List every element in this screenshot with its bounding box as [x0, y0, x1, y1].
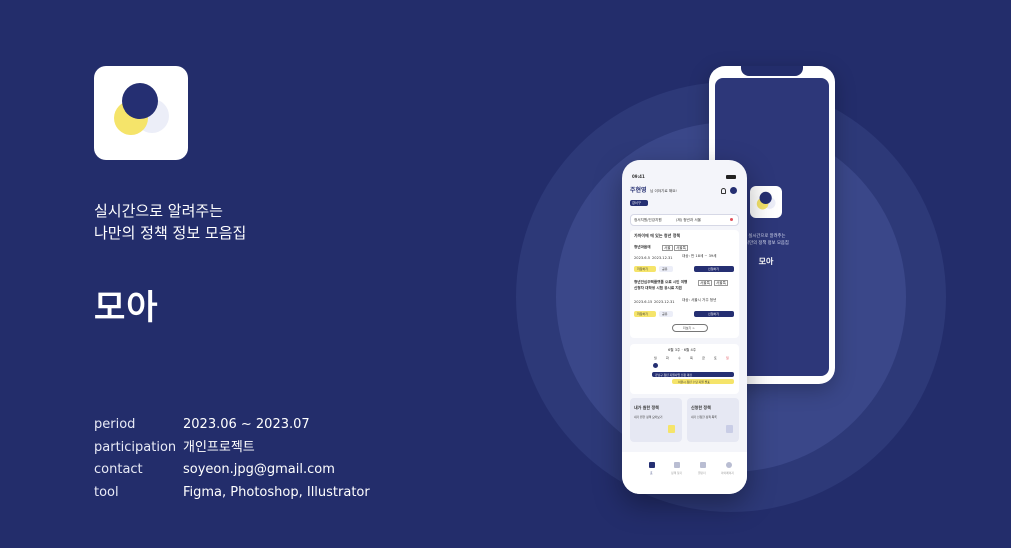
policy-2-title[interactable]: 청년안심주택플랫폼 으로 시민 여행	[634, 280, 687, 284]
location-chip-label: 강서구	[632, 201, 641, 205]
policy-1-save-label: 저장하기	[637, 267, 649, 271]
search-icon[interactable]	[674, 462, 680, 468]
policy-2-tag-2: 서울특	[714, 280, 728, 286]
policy-1-share-label: 공유	[662, 267, 668, 271]
moa-logo-icon	[114, 83, 169, 135]
info-value: 2023.06 ~ 2023.07	[183, 417, 310, 432]
applied-policy-subtitle: 내가 신청한 정책 목록	[691, 415, 717, 419]
filter-dot-icon	[730, 218, 733, 221]
policy-1-apply-label: 신청하기	[708, 267, 720, 271]
weekday-3: 수	[678, 356, 681, 360]
document-icon	[726, 425, 733, 433]
nav-label-home: 홈	[650, 471, 653, 475]
weekday-2: 화	[666, 356, 669, 360]
app-logo	[94, 66, 188, 160]
nav-label-calendar: 캘린더	[698, 471, 706, 475]
tagline: 실시간으로 알려주는 나만의 정책 정보 모음집	[94, 200, 246, 244]
policy-2-share-label: 공유	[662, 312, 668, 316]
tagline-line-2: 나만의 정책 정보 모음집	[94, 224, 247, 242]
project-info: period 2023.06 ~ 2023.07 participation 개…	[94, 414, 370, 504]
app-name: 모아	[94, 288, 159, 328]
calendar-icon[interactable]	[700, 462, 706, 468]
weekday-7: 일	[726, 356, 729, 360]
user-greeting: 님 이야기로 해요!	[650, 189, 677, 193]
filter-right: (제) 청년과 서울	[676, 218, 701, 222]
weekday-1: 월	[654, 356, 657, 360]
calendar-event-1-label: 강남구 청년 지원사업 신청 마감	[655, 372, 693, 377]
home-icon[interactable]	[649, 462, 655, 468]
user-name: 주현영	[630, 187, 647, 194]
bell-icon[interactable]	[721, 188, 726, 194]
splash-logo	[750, 186, 782, 218]
phone-mockup-home: 09:41 주현영 님 이야기로 해요! 강서구 정서지원/건강지원 (제) 청…	[622, 160, 747, 494]
tagline-line-1: 실시간으로 알려주는	[94, 202, 223, 220]
policy-2-date: 2023.6.15	[634, 300, 653, 304]
calendar-today-marker[interactable]	[653, 363, 658, 368]
info-row-period: period 2023.06 ~ 2023.07	[94, 414, 370, 437]
policy-2-tag-1: 서울특	[698, 280, 712, 286]
splash-app-name: 모아	[758, 257, 774, 266]
info-row-participation: participation 개인프로젝트	[94, 437, 370, 460]
weekday-4: 목	[690, 356, 693, 360]
profile-avatar[interactable]	[730, 187, 737, 194]
user-icon[interactable]	[726, 462, 732, 468]
info-value: Figma, Photoshop, Illustrator	[183, 484, 370, 500]
filter-left: 정서지원/건강지원	[634, 218, 662, 222]
info-key: tool	[94, 484, 119, 500]
policy-2-apply-label: 신청하기	[708, 312, 720, 316]
nav-label-mypage: 마이페이지	[721, 471, 734, 475]
info-value: 개인프로젝트	[183, 439, 255, 455]
info-value: soyeon.jpg@gmail.com	[183, 462, 335, 478]
wished-policy-subtitle: 내가 원한 정책 모아보기	[634, 415, 663, 419]
applied-policy-title: 신청한 정책	[691, 405, 711, 410]
battery-icon	[726, 175, 736, 179]
info-key: contact	[94, 462, 143, 478]
moa-logo-icon	[756, 191, 776, 210]
weekday-6: 토	[714, 356, 717, 360]
calendar-event-2-label: 서울시 청년 수당 지원 발표	[678, 379, 710, 384]
policy-1-tag-1: 서울	[662, 245, 673, 251]
policy-1-title[interactable]: 청년마음애	[634, 245, 651, 249]
policy-2-meta: 대상: 서울시 거주 청년	[682, 298, 717, 302]
bookmark-icon	[668, 425, 675, 433]
info-key: participation	[94, 439, 177, 455]
policy-2-title-line-2: 신청자 대학생 시험 응시료 지원	[634, 286, 682, 290]
policy-1-tag-2: 서울특	[674, 245, 688, 251]
section-title: 가까이에 에 있는 청년 정책	[634, 233, 681, 238]
status-time: 09:41	[632, 174, 645, 179]
policy-1-date: 2023.6.5	[634, 256, 651, 260]
policy-2-save-label: 저장하기	[637, 312, 649, 316]
nav-label-search: 정책 찾기	[671, 471, 683, 475]
presentation-slide: 실시간으로 알려주는 나만의 정책 정보 모음집 모아 period 2023.…	[0, 0, 1011, 548]
info-key: period	[94, 417, 136, 432]
calendar-month: 6월 3주 · 6월 4주	[668, 348, 697, 352]
more-button-label: 더보기 >	[683, 326, 695, 330]
policy-1-date-end: 2023.12.31	[652, 256, 673, 260]
info-row-tool: tool Figma, Photoshop, Illustrator	[94, 482, 370, 505]
weekday-5: 금	[702, 356, 705, 360]
policy-1-meta: 대상: 만 18세 ~ 39세	[682, 254, 717, 258]
wished-policy-title: 내가 원한 정책	[634, 405, 659, 410]
policy-2-date-end: 2023.12.31	[654, 300, 675, 304]
phone-notch	[741, 66, 803, 76]
info-row-contact: contact soyeon.jpg@gmail.com	[94, 459, 370, 482]
